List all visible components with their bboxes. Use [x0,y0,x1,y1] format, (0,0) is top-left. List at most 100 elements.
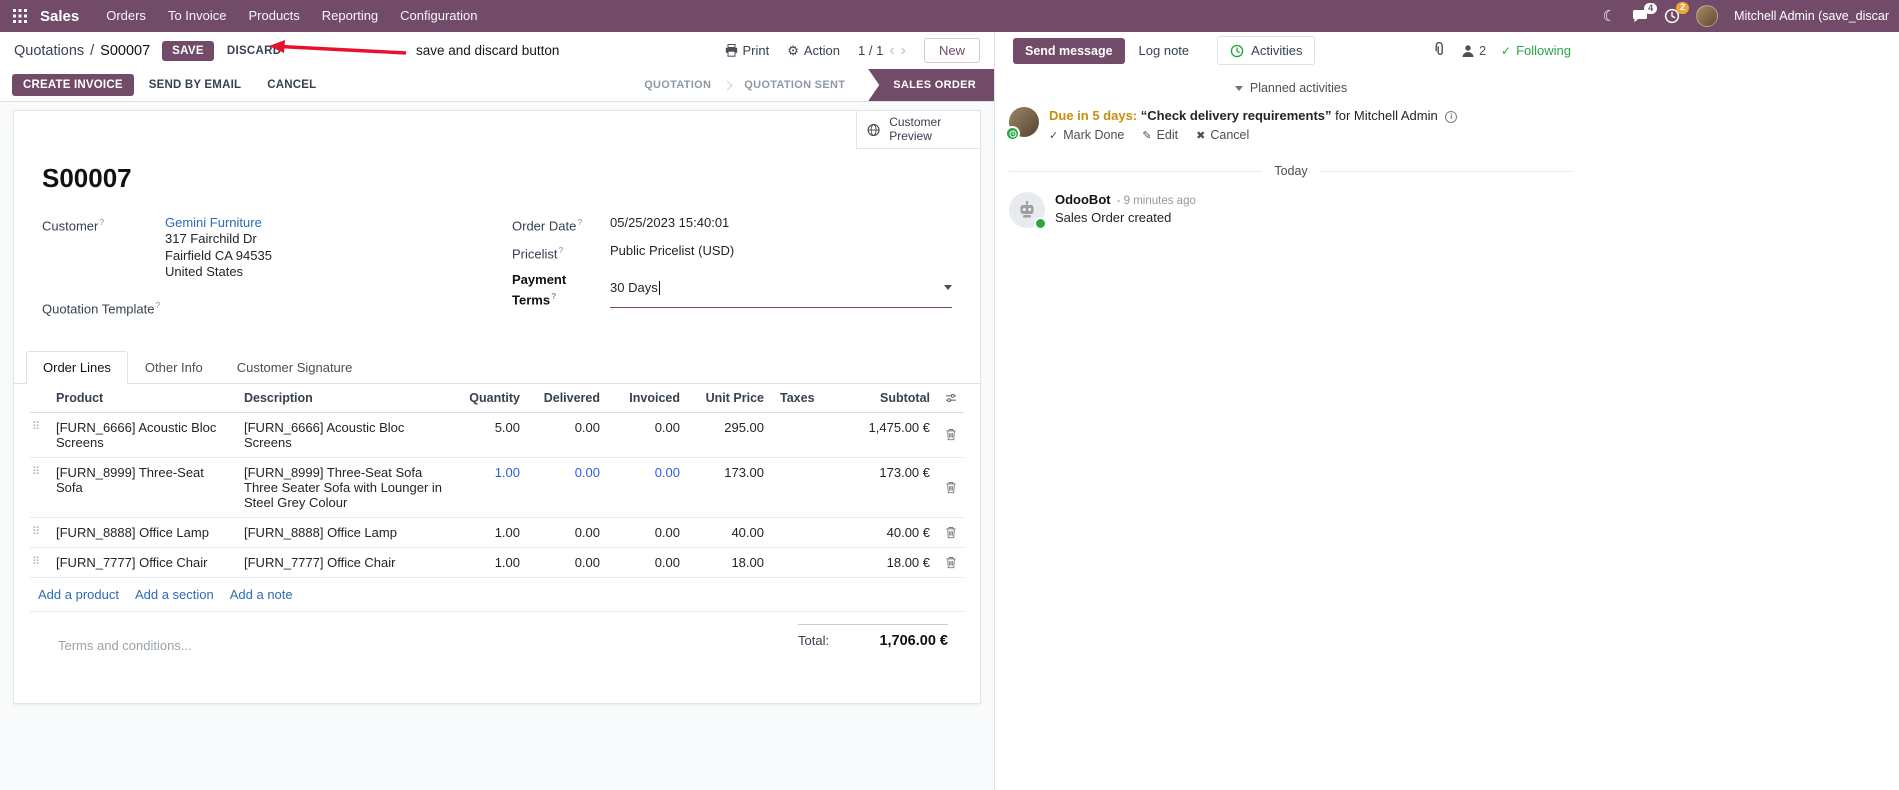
drag-handle-icon[interactable]: ⠿ [30,413,48,457]
cell-delivered[interactable]: 0.00 [528,518,608,547]
header-unit-price[interactable]: Unit Price [688,384,772,412]
header-taxes[interactable]: Taxes [772,384,838,412]
terms-and-conditions-placeholder[interactable]: Terms and conditions... [46,624,192,653]
drag-handle-icon[interactable]: ⠿ [30,458,48,517]
cell-invoiced[interactable]: 0.00 [608,548,688,577]
discard-button[interactable]: DISCARD [218,41,291,61]
send-by-email-button[interactable]: SEND BY EMAIL [138,74,252,96]
cell-unit-price[interactable]: 18.00 [688,548,772,577]
tab-customer-signature[interactable]: Customer Signature [220,351,370,384]
cell-unit-price[interactable]: 173.00 [688,458,772,517]
quotation-template-value[interactable] [165,297,512,317]
log-note-button[interactable]: Log note [1139,43,1190,58]
add-a-section-link[interactable]: Add a section [135,587,214,602]
cell-unit-price[interactable]: 40.00 [688,518,772,547]
header-delivered[interactable]: Delivered [528,384,608,412]
pager-previous-icon[interactable]: ‹ [889,42,894,59]
action-button[interactable]: ⚙ Action [787,43,840,59]
cell-quantity[interactable]: 5.00 [452,413,528,457]
user-avatar[interactable] [1696,5,1719,27]
cell-delivered[interactable]: 0.00 [528,548,608,577]
header-description[interactable]: Description [236,384,452,412]
menu-configuration[interactable]: Configuration [389,0,488,32]
table-row[interactable]: ⠿ [FURN_6666] Acoustic Bloc Screens [FUR… [30,413,964,458]
cell-quantity[interactable]: 1.00 [452,458,528,517]
edit-activity-button[interactable]: ✎ Edit [1142,128,1178,142]
message-author[interactable]: OdooBot [1055,192,1111,207]
print-button[interactable]: Print [725,43,769,58]
add-a-product-link[interactable]: Add a product [38,587,119,602]
odoobot-avatar[interactable] [1009,192,1047,230]
cell-product[interactable]: [FURN_8999] Three-Seat Sofa [48,458,236,517]
activity-info-icon[interactable] [1445,110,1458,123]
cell-quantity[interactable]: 1.00 [452,518,528,547]
cell-invoiced[interactable]: 0.00 [608,518,688,547]
delete-row-icon[interactable] [938,413,964,457]
menu-reporting[interactable]: Reporting [311,0,389,32]
cell-invoiced[interactable]: 0.00 [608,458,688,517]
cancel-activity-button[interactable]: ✖ Cancel [1196,128,1249,142]
pager-next-icon[interactable]: › [901,42,906,59]
header-product[interactable]: Product [48,384,236,412]
create-invoice-button[interactable]: CREATE INVOICE [12,74,134,96]
followers-button[interactable]: 2 [1461,44,1486,58]
drag-handle-icon[interactable]: ⠿ [30,548,48,577]
planned-activities-header[interactable]: Planned activities [995,69,1587,101]
new-button[interactable]: New [923,38,980,63]
cell-taxes[interactable] [772,413,838,457]
header-invoiced[interactable]: Invoiced [608,384,688,412]
tab-other-info[interactable]: Other Info [128,351,220,384]
cell-description[interactable]: [FURN_8999] Three-Seat Sofa Three Seater… [236,458,452,517]
cell-product[interactable]: [FURN_6666] Acoustic Bloc Screens [48,413,236,457]
optional-columns-button[interactable] [938,384,964,412]
dark-mode-moon-icon[interactable]: ☾ [1603,7,1616,25]
send-message-button[interactable]: Send message [1013,37,1125,64]
state-sales-order[interactable]: SALES ORDER [868,69,994,101]
cell-quantity[interactable]: 1.00 [452,548,528,577]
quotation-template-field[interactable]: Quotation Template [42,297,512,317]
customer-preview-button[interactable]: Customer Preview [856,111,980,149]
drag-handle-icon[interactable]: ⠿ [30,518,48,547]
table-row[interactable]: ⠿ [FURN_8888] Office Lamp [FURN_8888] Of… [30,518,964,548]
pager-value[interactable]: 1 / 1 [858,43,883,58]
dropdown-caret-icon[interactable] [944,285,952,291]
tab-order-lines[interactable]: Order Lines [26,350,128,384]
delete-row-icon[interactable] [938,458,964,517]
cell-unit-price[interactable]: 295.00 [688,413,772,457]
user-name[interactable]: Mitchell Admin (save_discar [1734,9,1889,23]
pricelist-value[interactable]: Public Pricelist (USD) [610,242,952,262]
add-a-note-link[interactable]: Add a note [230,587,293,602]
state-quotation[interactable]: QUOTATION [629,69,726,101]
breadcrumb-quotations[interactable]: Quotations [14,43,84,59]
table-row[interactable]: ⠿ [FURN_7777] Office Chair [FURN_7777] O… [30,548,964,578]
menu-products[interactable]: Products [237,0,310,32]
cell-product[interactable]: [FURN_8888] Office Lamp [48,518,236,547]
order-date-value[interactable]: 05/25/2023 15:40:01 [610,214,952,234]
header-quantity[interactable]: Quantity [452,384,528,412]
attachments-button[interactable] [1432,41,1446,60]
save-button[interactable]: SAVE [162,40,214,61]
cell-product[interactable]: [FURN_7777] Office Chair [48,548,236,577]
apps-grid-icon[interactable] [8,9,32,23]
app-brand[interactable]: Sales [40,8,79,25]
activities-button[interactable]: Activities [1217,36,1316,65]
cell-taxes[interactable] [772,458,838,517]
cell-delivered[interactable]: 0.00 [528,458,608,517]
state-quotation-sent[interactable]: QUOTATION SENT [729,69,860,101]
messages-icon[interactable]: 4 [1632,2,1658,24]
delete-row-icon[interactable] [938,518,964,547]
delete-row-icon[interactable] [938,548,964,577]
header-subtotal[interactable]: Subtotal [838,384,938,412]
payment-terms-input[interactable]: 30 Days [610,271,952,308]
cell-description[interactable]: [FURN_8888] Office Lamp [236,518,452,547]
cell-taxes[interactable] [772,548,838,577]
cell-delivered[interactable]: 0.00 [528,413,608,457]
customer-link[interactable]: Gemini Furniture [165,215,262,230]
activities-clock-icon[interactable]: 2 [1664,2,1690,24]
mark-done-button[interactable]: ✓ Mark Done [1049,128,1124,142]
cell-taxes[interactable] [772,518,838,547]
cell-description[interactable]: [FURN_7777] Office Chair [236,548,452,577]
cancel-button[interactable]: CANCEL [256,74,327,96]
table-row[interactable]: ⠿ [FURN_8999] Three-Seat Sofa [FURN_8999… [30,458,964,518]
cell-description[interactable]: [FURN_6666] Acoustic Bloc Screens [236,413,452,457]
